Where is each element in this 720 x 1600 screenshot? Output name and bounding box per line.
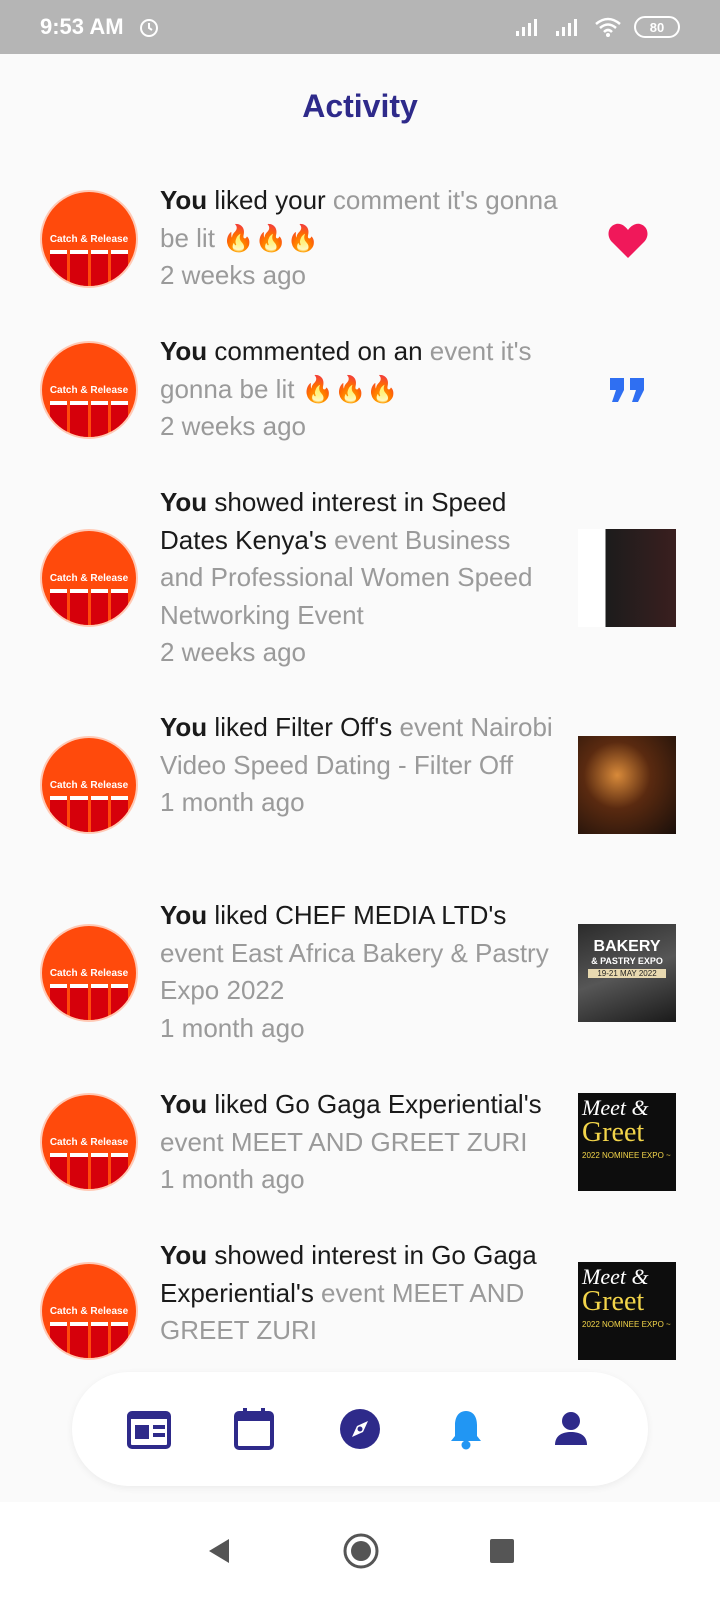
calendar-icon	[234, 1408, 275, 1450]
bakery-thumb-date: 19-21 MAY 2022	[588, 969, 666, 978]
avatar-logo-text: Catch & Release	[49, 573, 129, 584]
activity-text: You commented on an event it's gonna be …	[160, 333, 560, 446]
meet-thumb-line1: Meet &	[582, 1095, 649, 1120]
recents-icon[interactable]	[489, 1538, 515, 1564]
avatar-cups-graphic	[50, 1322, 128, 1358]
activity-actor: You	[160, 1240, 208, 1270]
nav-calendar-button[interactable]	[230, 1405, 278, 1453]
activity-time: 2 weeks ago	[160, 637, 306, 667]
activity-verb: liked CHEF MEDIA LTD's	[207, 900, 507, 930]
page-title: Activity	[302, 88, 418, 124]
event-thumbnail[interactable]: Meet & Greet 2022 NOMINEE EXPO ~	[578, 1262, 676, 1360]
avatar-logo-text: Catch & Release	[49, 1137, 129, 1148]
user-avatar[interactable]: Catch & Release	[40, 529, 138, 627]
nav-notifications-button[interactable]	[442, 1405, 490, 1453]
activity-verb: liked Go Gaga Experiential's	[207, 1089, 542, 1119]
avatar-logo-text: Catch & Release	[49, 968, 129, 979]
activity-actor: You	[160, 712, 208, 742]
feed-icon	[126, 1411, 171, 1449]
battery-level: 80	[649, 19, 665, 35]
avatar-cups-graphic	[50, 401, 128, 437]
activity-text: You liked CHEF MEDIA LTD's event East Af…	[160, 897, 560, 1047]
activity-actor: You	[160, 487, 208, 517]
wifi-icon	[595, 17, 621, 37]
meet-thumb-line2: Greet	[582, 1117, 645, 1148]
activity-actor: You	[160, 900, 208, 930]
event-thumbnail[interactable]: Meet & Greet 2022 NOMINEE EXPO ~	[578, 1093, 676, 1191]
activity-time: 2 weeks ago	[160, 260, 306, 290]
avatar-cups-graphic	[50, 1153, 128, 1189]
user-avatar[interactable]: Catch & Release	[40, 1262, 138, 1360]
user-avatar[interactable]: Catch & Release	[40, 190, 138, 288]
activity-verb: liked Filter Off's	[207, 712, 400, 742]
meet-thumb-line2: Greet	[582, 1286, 645, 1317]
bottom-nav	[72, 1372, 648, 1486]
event-thumbnail[interactable]	[578, 736, 676, 834]
nav-feed-button[interactable]	[125, 1405, 173, 1453]
user-avatar[interactable]: Catch & Release	[40, 1093, 138, 1191]
activity-actor: You	[160, 1089, 208, 1119]
event-thumbnail[interactable]: BAKERY & PASTRY EXPO 19-21 MAY 2022	[578, 924, 676, 1022]
activity-actor: You	[160, 185, 208, 215]
activity-target[interactable]: event MEET AND GREET ZURI	[160, 1127, 527, 1157]
activity-text: You liked Filter Off's event Nairobi Vid…	[160, 709, 560, 822]
profile-icon	[555, 1412, 588, 1445]
avatar-cups-graphic	[50, 250, 128, 286]
avatar-cups-graphic	[50, 589, 128, 625]
activity-target[interactable]: event East Africa Bakery & Pastry Expo 2…	[160, 938, 549, 1006]
quote-icon	[610, 378, 644, 402]
signal-icon-2	[556, 19, 577, 36]
activity-verb: commented on an	[207, 336, 430, 366]
home-icon[interactable]	[343, 1533, 379, 1569]
user-avatar[interactable]: Catch & Release	[40, 736, 138, 834]
activity-actor: You	[160, 336, 208, 366]
user-avatar[interactable]: Catch & Release	[40, 924, 138, 1022]
avatar-logo-text: Catch & Release	[49, 780, 129, 791]
status-time: 9:53 AM	[40, 14, 124, 39]
status-bar: 9:53 AM 80	[0, 0, 720, 54]
nav-profile-button[interactable]	[547, 1405, 595, 1453]
activity-time: 1 month ago	[160, 787, 305, 817]
bakery-thumb-title: BAKERY	[593, 938, 661, 955]
alarm-icon	[139, 19, 158, 37]
bell-icon	[450, 1411, 481, 1450]
activity-time: 2 weeks ago	[160, 411, 306, 441]
back-icon[interactable]	[205, 1536, 233, 1566]
activity-text: You showed interest in Speed Dates Kenya…	[160, 484, 560, 672]
signal-icon	[516, 19, 537, 36]
activity-verb: liked your	[207, 185, 333, 215]
avatar-cups-graphic	[50, 796, 128, 832]
avatar-logo-text: Catch & Release	[49, 1306, 129, 1317]
avatar-logo-text: Catch & Release	[49, 234, 129, 245]
user-avatar[interactable]: Catch & Release	[40, 341, 138, 439]
compass-icon	[339, 1409, 380, 1449]
system-navigation-bar	[0, 1502, 720, 1600]
meet-thumb-line1: Meet &	[582, 1264, 649, 1289]
meet-thumb-subtitle: 2022 NOMINEE EXPO ~	[582, 1151, 671, 1160]
avatar-logo-text: Catch & Release	[49, 385, 129, 396]
heart-icon[interactable]	[606, 218, 650, 262]
battery-indicator: 80	[634, 16, 680, 38]
nav-explore-button[interactable]	[336, 1405, 384, 1453]
activity-time: 1 month ago	[160, 1012, 305, 1043]
meet-thumb-subtitle: 2022 NOMINEE EXPO ~	[582, 1320, 671, 1329]
activity-text: You showed interest in Go Gaga Experient…	[160, 1237, 560, 1350]
avatar-cups-graphic	[50, 984, 128, 1020]
event-thumbnail[interactable]	[578, 529, 676, 627]
activity-text: You liked Go Gaga Experiential's event M…	[160, 1086, 560, 1199]
activity-text: You liked your comment it's gonna be lit…	[160, 182, 560, 295]
bakery-thumb-subtitle: & PASTRY EXPO	[591, 956, 663, 966]
activity-time: 1 month ago	[160, 1164, 305, 1194]
